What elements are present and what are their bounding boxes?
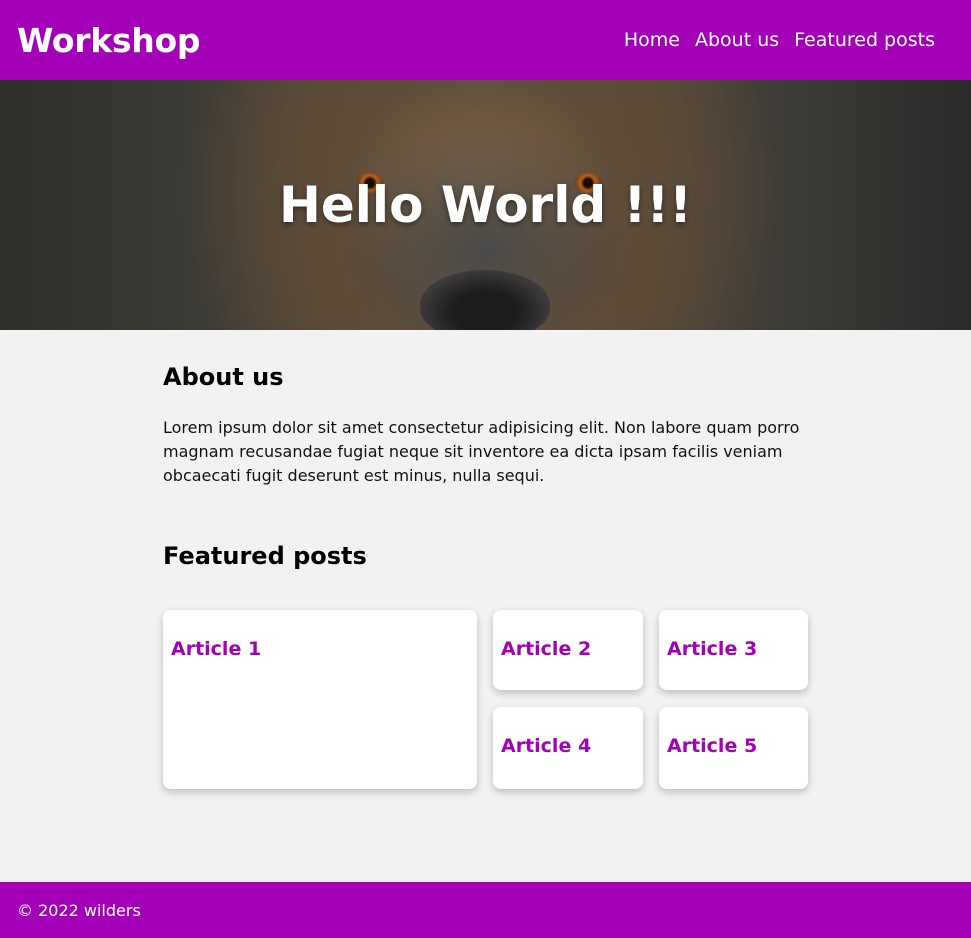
featured-heading: Featured posts — [163, 542, 367, 570]
site-header: Workshop Home About us Featured posts — [0, 0, 971, 80]
hero-banner: Hello World !!! — [0, 80, 971, 330]
article-card-1[interactable]: Article 1 — [163, 610, 477, 789]
main-nav: Home About us Featured posts — [624, 29, 935, 51]
hero-title: Hello World !!! — [279, 176, 692, 234]
site-logo[interactable]: Workshop — [17, 21, 200, 60]
main-content: About us Lorem ipsum dolor sit amet cons… — [163, 330, 808, 789]
article-title[interactable]: Article 1 — [171, 638, 261, 660]
article-card-2[interactable]: Article 2 — [493, 610, 643, 690]
article-title[interactable]: Article 3 — [667, 638, 757, 660]
article-card-4[interactable]: Article 4 — [493, 707, 643, 789]
article-card-5[interactable]: Article 5 — [659, 707, 808, 789]
article-title[interactable]: Article 2 — [501, 638, 591, 660]
article-title[interactable]: Article 5 — [667, 735, 757, 757]
about-text: Lorem ipsum dolor sit amet consectetur a… — [163, 418, 800, 485]
nav-link-home[interactable]: Home — [624, 29, 680, 51]
about-heading: About us — [163, 363, 284, 391]
nav-link-featured-posts[interactable]: Featured posts — [794, 29, 935, 51]
footer-copyright: © 2022 wilders — [17, 900, 141, 920]
site-footer: © 2022 wilders — [0, 882, 971, 938]
hero-image-nose — [420, 270, 550, 330]
featured-posts-grid: Article 1 Article 2 Article 3 Article 4 … — [163, 610, 808, 789]
article-card-3[interactable]: Article 3 — [659, 610, 808, 690]
nav-link-about-us[interactable]: About us — [695, 29, 779, 51]
article-title[interactable]: Article 4 — [501, 735, 591, 757]
